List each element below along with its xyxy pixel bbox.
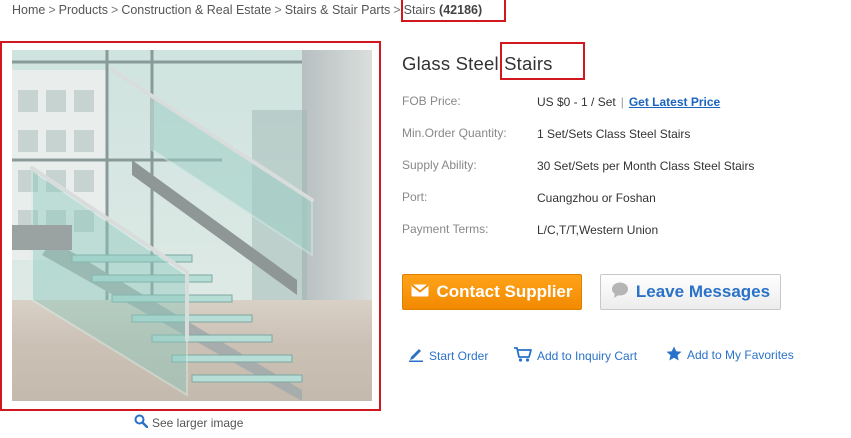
breadcrumb-separator: > bbox=[393, 3, 401, 17]
add-to-inquiry-cart-link[interactable]: Add to Inquiry Cart bbox=[513, 346, 637, 365]
magnifier-icon bbox=[134, 414, 149, 431]
spec-value-fob-price: US $0 - 1 / Set | Get Latest Price bbox=[537, 95, 720, 109]
fob-price-value: US $0 - 1 / Set bbox=[537, 95, 616, 109]
chat-bubble-icon bbox=[611, 282, 629, 303]
leave-messages-button[interactable]: Leave Messages bbox=[600, 274, 781, 310]
contact-supplier-label: Contact Supplier bbox=[436, 282, 573, 301]
spec-label-supply-ability: Supply Ability: bbox=[402, 158, 477, 172]
breadcrumb-separator: > bbox=[274, 3, 282, 17]
breadcrumb-construction[interactable]: Construction & Real Estate bbox=[121, 3, 271, 17]
breadcrumb-products[interactable]: Products bbox=[59, 3, 108, 17]
start-order-link[interactable]: Start Order bbox=[408, 346, 488, 365]
spec-label-fob-price: FOB Price: bbox=[402, 94, 461, 108]
spec-label-payment-terms: Payment Terms: bbox=[402, 222, 489, 236]
breadcrumb-stairs-parts[interactable]: Stairs & Stair Parts bbox=[285, 3, 391, 17]
spec-value-port: Cuangzhou or Foshan bbox=[537, 191, 656, 205]
spec-value-min-order: 1 Set/Sets Class Steel Stairs bbox=[537, 127, 691, 141]
product-title-part1: Glass Steel bbox=[402, 53, 499, 74]
star-icon bbox=[666, 346, 682, 364]
highlight-box-title bbox=[500, 42, 585, 80]
breadcrumb-home[interactable]: Home bbox=[12, 3, 45, 17]
spec-label-port: Port: bbox=[402, 190, 428, 204]
envelope-icon bbox=[411, 282, 430, 302]
product-image[interactable] bbox=[12, 50, 372, 401]
get-latest-price-link[interactable]: Get Latest Price bbox=[629, 95, 720, 109]
breadcrumb-separator: > bbox=[48, 3, 56, 17]
highlight-box-breadcrumb bbox=[401, 0, 506, 22]
cart-icon bbox=[513, 346, 532, 365]
add-to-favorites-label: Add to My Favorites bbox=[687, 348, 794, 362]
spec-value-supply-ability: 30 Set/Sets per Month Class Steel Stairs bbox=[537, 159, 755, 173]
add-to-inquiry-cart-label: Add to Inquiry Cart bbox=[537, 348, 638, 363]
spec-label-min-order: Min.Order Quantity: bbox=[402, 126, 507, 140]
see-larger-image-label: See larger image bbox=[152, 415, 244, 430]
breadcrumb-separator: > bbox=[111, 3, 119, 17]
see-larger-image-link[interactable]: See larger image bbox=[134, 414, 243, 431]
start-order-label: Start Order bbox=[429, 348, 489, 363]
contact-supplier-button[interactable]: Contact Supplier bbox=[402, 274, 582, 310]
leave-messages-label: Leave Messages bbox=[635, 282, 771, 301]
product-image-frame bbox=[0, 41, 381, 411]
add-to-favorites-link[interactable]: Add to My Favorites bbox=[666, 346, 794, 364]
price-divider: | bbox=[620, 95, 624, 109]
pen-icon bbox=[408, 346, 424, 365]
spec-value-payment-terms: L/C,T/T,Western Union bbox=[537, 223, 659, 237]
